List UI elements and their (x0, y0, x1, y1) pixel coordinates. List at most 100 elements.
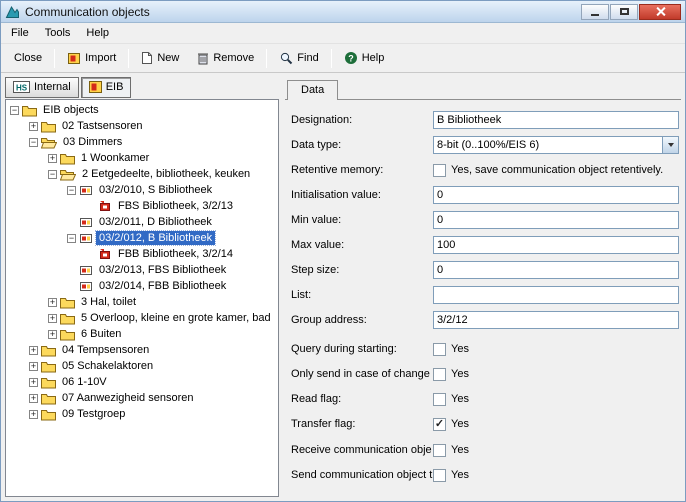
toolbar-remove-button[interactable]: Remove (189, 47, 262, 69)
toolbar: Close Import NewRemove Find ?Help (1, 44, 685, 73)
group-address-field[interactable] (433, 311, 679, 329)
checkbox-box[interactable] (433, 368, 446, 381)
tab-eib[interactable]: EIB (81, 77, 132, 98)
tree-item-label[interactable]: 06 1-10V (59, 375, 110, 389)
tree-item-label[interactable]: 03/2/010, S Bibliotheek (96, 183, 215, 197)
tree-item[interactable]: +5 Overloop, kleine en grote kamer, bad (6, 310, 278, 326)
tree-item[interactable]: − 03/2/012, B Bibliotheek (6, 230, 278, 246)
read-flag-checkbox[interactable]: Yes (433, 393, 469, 406)
tree-item[interactable]: − 03/2/010, S Bibliotheek (6, 182, 278, 198)
initialisation-value-field[interactable] (433, 186, 679, 204)
form-row: Read flag:Yes (291, 389, 679, 409)
tree-item[interactable]: 03/2/011, D Bibliotheek (6, 214, 278, 230)
data-type-combo[interactable]: 8-bit (0..100%/EIS 6) (433, 136, 679, 154)
tree-item[interactable]: − 03 Dimmers (6, 134, 278, 150)
tree-item-label[interactable]: 03/2/011, D Bibliotheek (96, 215, 215, 229)
toolbar-help-button[interactable]: ?Help (336, 47, 393, 69)
tree-item[interactable]: +02 Tastsensoren (6, 118, 278, 134)
tree-item-label[interactable]: 1 Woonkamer (78, 151, 152, 165)
tree-panel[interactable]: −EIB objects+02 Tastsensoren−03 Dimmers+… (5, 99, 279, 497)
tree-item-label[interactable]: 6 Buiten (78, 327, 124, 341)
expand-icon[interactable]: + (29, 410, 38, 419)
tree-item-label[interactable]: 03/2/012, B Bibliotheek (96, 231, 215, 245)
toolbar-new-button[interactable]: New (133, 47, 187, 69)
receive-communication-object-checkbox[interactable]: Yes (433, 444, 469, 457)
expand-icon[interactable]: + (48, 314, 57, 323)
max-value-field[interactable] (433, 236, 679, 254)
tree-item[interactable]: +07 Aanwezigheid sensoren (6, 390, 278, 406)
menu-help[interactable]: Help (78, 24, 117, 42)
collapse-icon[interactable]: − (29, 138, 38, 147)
tree-item-label[interactable]: 05 Schakelaktoren (59, 359, 156, 373)
tree-item-label[interactable]: 04 Tempsensoren (59, 343, 152, 357)
maximize-button[interactable] (610, 4, 638, 20)
collapse-icon[interactable]: − (67, 186, 76, 195)
expand-icon[interactable]: + (29, 362, 38, 371)
tree-item-label[interactable]: 03/2/014, FBB Bibliotheek (96, 279, 229, 293)
tree-item[interactable]: +3 Hal, toilet (6, 294, 278, 310)
close-window-button[interactable] (639, 4, 681, 20)
collapse-icon[interactable]: − (48, 170, 57, 179)
checkbox-box[interactable] (433, 418, 446, 431)
minimize-icon (591, 14, 599, 16)
checkbox-box[interactable] (433, 469, 446, 482)
title-bar[interactable]: Communication objects (1, 1, 685, 23)
tree-item-label[interactable]: 09 Testgroep (59, 407, 128, 421)
only-send-on-change-checkbox[interactable]: Yes (433, 368, 469, 381)
tree-item[interactable]: +09 Testgroep (6, 406, 278, 422)
tree-item[interactable]: +06 1-10V (6, 374, 278, 390)
tree-item[interactable]: FBB Bibliotheek, 3/2/14 (6, 246, 278, 262)
min-value-field[interactable] (433, 211, 679, 229)
tree-item-label[interactable]: 03 Dimmers (60, 135, 125, 149)
checkbox-box[interactable] (433, 164, 446, 177)
tree-item[interactable]: FBS Bibliotheek, 3/2/13 (6, 198, 278, 214)
collapse-icon[interactable]: − (10, 106, 19, 115)
tab-internal[interactable]: HSInternal (5, 77, 79, 98)
tree-item[interactable]: 03/2/014, FBB Bibliotheek (6, 278, 278, 294)
comm-object-icon (79, 264, 93, 276)
checkbox-box[interactable] (433, 343, 446, 356)
tree-item[interactable]: +05 Schakelaktoren (6, 358, 278, 374)
tree-item-label[interactable]: 07 Aanwezigheid sensoren (59, 391, 196, 405)
send-communication-object-checkbox[interactable]: Yes (433, 469, 469, 482)
expand-icon[interactable]: + (48, 298, 57, 307)
folder-closed-icon (41, 120, 56, 133)
checkbox-box[interactable] (433, 444, 446, 457)
tree-item-label[interactable]: FBB Bibliotheek, 3/2/14 (115, 247, 236, 261)
expand-icon[interactable]: + (48, 330, 57, 339)
toolbar-close-button[interactable]: Close (6, 48, 50, 68)
tree-item[interactable]: − 2 Eetgedeelte, bibliotheek, keuken (6, 166, 278, 182)
list-field[interactable] (433, 286, 679, 304)
tree-item-label[interactable]: 3 Hal, toilet (78, 295, 139, 309)
tree-item[interactable]: − EIB objects (6, 102, 278, 118)
collapse-icon[interactable]: − (67, 234, 76, 243)
expand-icon[interactable]: + (29, 122, 38, 131)
tree-item-label[interactable]: FBS Bibliotheek, 3/2/13 (115, 199, 236, 213)
dropdown-arrow-icon[interactable] (662, 137, 678, 153)
expand-icon[interactable]: + (29, 378, 38, 387)
expand-icon[interactable]: + (29, 394, 38, 403)
tree-item-label[interactable]: EIB objects (40, 103, 102, 117)
tree-item-label[interactable]: 02 Tastsensoren (59, 119, 146, 133)
checkbox-box[interactable] (433, 393, 446, 406)
retentive-memory-checkbox[interactable]: Yes, save communication object retentive… (433, 164, 663, 177)
tree-item-label[interactable]: 03/2/013, FBS Bibliotheek (96, 263, 229, 277)
expand-icon[interactable]: + (29, 346, 38, 355)
tree-item-label[interactable]: 5 Overloop, kleine en grote kamer, bad (78, 311, 274, 325)
query-during-starting-checkbox[interactable]: Yes (433, 343, 469, 356)
toolbar-import-button[interactable]: Import (59, 48, 124, 69)
tree-item[interactable]: +1 Woonkamer (6, 150, 278, 166)
menu-file[interactable]: File (3, 24, 37, 42)
step-size-field[interactable] (433, 261, 679, 279)
transfer-flag-checkbox[interactable]: Yes (433, 418, 469, 431)
tree-item[interactable]: +6 Buiten (6, 326, 278, 342)
tree-item[interactable]: +04 Tempsensoren (6, 342, 278, 358)
menu-tools[interactable]: Tools (37, 24, 79, 42)
minimize-button[interactable] (581, 4, 609, 20)
toolbar-find-button[interactable]: Find (271, 47, 326, 69)
tree-item[interactable]: 03/2/013, FBS Bibliotheek (6, 262, 278, 278)
tab-data[interactable]: Data (287, 80, 338, 100)
designation-field[interactable] (433, 111, 679, 129)
tree-item-label[interactable]: 2 Eetgedeelte, bibliotheek, keuken (79, 167, 253, 181)
expand-icon[interactable]: + (48, 154, 57, 163)
